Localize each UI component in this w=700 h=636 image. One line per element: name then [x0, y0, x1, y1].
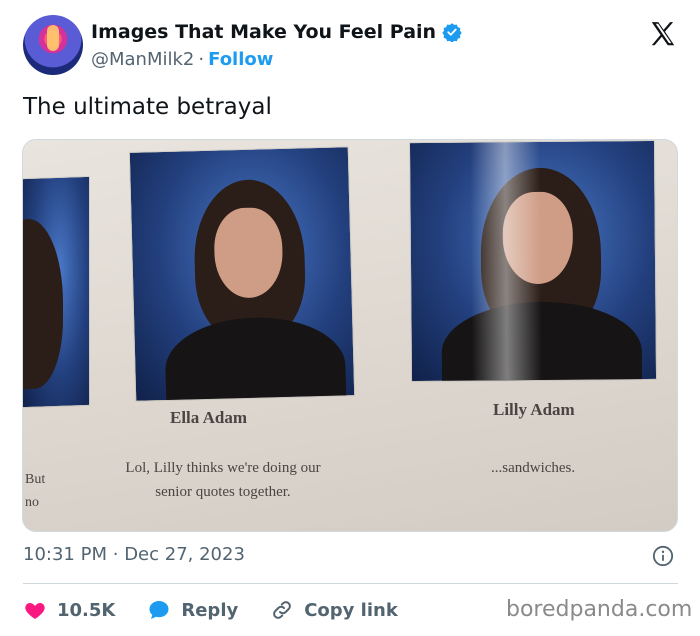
reply-label: Reply	[181, 599, 239, 621]
author-handle-line: @ManMilk2 · Follow	[91, 49, 273, 70]
divider	[23, 583, 678, 584]
heart-icon	[25, 603, 45, 619]
tweet-time: 10:31 PM	[23, 544, 107, 565]
yearbook-photo-ella	[129, 147, 355, 401]
info-icon[interactable]	[652, 545, 674, 567]
speech-bubble-icon	[149, 601, 169, 619]
like-count: 10.5K	[57, 599, 116, 621]
yearbook-photo-partial	[23, 176, 89, 408]
avatar-art	[47, 25, 59, 51]
student-quote-ella: Lol, Lilly thinks we're doing our senior…	[93, 456, 353, 504]
partial-quote-line1: But	[25, 472, 46, 487]
ella-quote-line2: senior quotes together.	[155, 484, 291, 500]
handle-separator: ·	[198, 49, 205, 70]
author-avatar[interactable]	[23, 15, 83, 75]
tweet-timestamp[interactable]: 10:31 PM · Dec 27, 2023	[23, 544, 245, 565]
student-name-lilly: Lilly Adam	[493, 400, 575, 419]
tweet-image[interactable]: But no Ella Adam Lilly Adam Lol, Lilly t…	[22, 139, 678, 532]
tweet-text: The ultimate betrayal	[23, 94, 272, 120]
timestamp-separator: ·	[112, 544, 119, 565]
copy-link-button[interactable]: Copy link	[270, 598, 398, 622]
boredpanda-watermark: boredpanda.com	[506, 597, 693, 622]
like-button[interactable]: 10.5K	[23, 598, 115, 622]
tweet-actions: 10.5K Reply Copy link	[23, 597, 430, 623]
student-name-ella: Ella Adam	[170, 408, 247, 427]
tweet-date: Dec 27, 2023	[124, 544, 245, 565]
author-display-name[interactable]: Images That Make You Feel Pain	[91, 21, 436, 43]
author-name-line: Images That Make You Feel Pain	[91, 21, 462, 43]
reply-button[interactable]: Reply	[147, 598, 238, 622]
tweet-header: Images That Make You Feel Pain @ManMilk2…	[23, 15, 683, 79]
ella-quote-line1: Lol, Lilly thinks we're doing our	[125, 460, 321, 476]
yearbook-photo-lilly	[409, 140, 657, 382]
author-handle[interactable]: @ManMilk2	[91, 49, 194, 70]
copy-link-label: Copy link	[304, 599, 398, 621]
partial-quote-line2: no	[25, 495, 39, 510]
student-quote-lilly: ...sandwiches.	[491, 460, 576, 476]
follow-button[interactable]: Follow	[208, 49, 273, 70]
x-logo-icon[interactable]	[648, 19, 678, 49]
verified-badge-icon	[442, 23, 462, 42]
link-icon	[273, 601, 292, 619]
